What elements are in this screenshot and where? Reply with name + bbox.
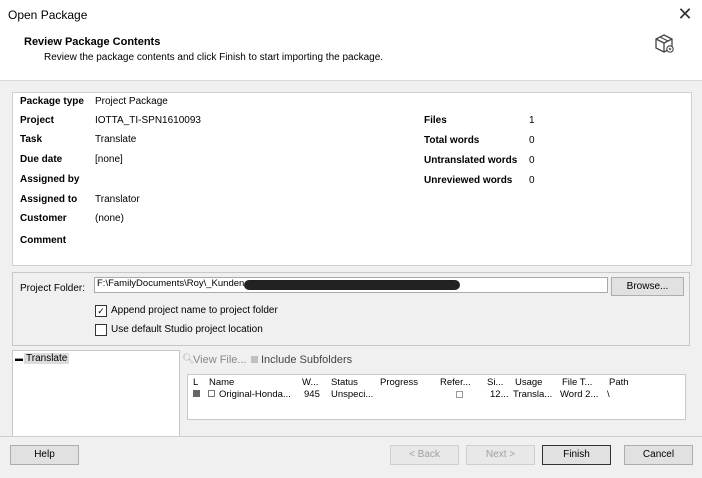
files-value: 1 (529, 115, 535, 126)
column-header[interactable]: Refer... (440, 377, 471, 388)
title-bar (0, 0, 702, 30)
file-type-cell: Word 2... (560, 389, 599, 400)
total-words-label: Total words (424, 135, 480, 146)
assigned-by-label: Assigned by (20, 174, 80, 185)
append-project-name-label: Append project name to project folder (111, 305, 278, 316)
document-icon (208, 390, 215, 397)
column-header[interactable]: Path (609, 377, 629, 388)
column-header[interactable]: Status (331, 377, 358, 388)
file-usage-cell: Transla... (513, 389, 553, 400)
project-folder-label: Project Folder: (20, 283, 86, 294)
customer-value: (none) (95, 213, 124, 224)
customer-label: Customer (20, 213, 67, 224)
use-default-location-checkbox[interactable] (95, 324, 107, 336)
column-header[interactable]: Name (209, 377, 234, 388)
due-date-value: [none] (95, 154, 123, 165)
project-value: IOTTA_TI-SPN1610093 (95, 115, 201, 126)
package-icon (655, 34, 674, 53)
column-header[interactable]: Si... (487, 377, 503, 388)
file-words-cell: 945 (304, 389, 320, 400)
task-label: Task (20, 134, 43, 145)
window-title: Open Package (8, 8, 88, 22)
column-header[interactable]: W... (302, 377, 318, 388)
unreviewed-words-value: 0 (529, 175, 535, 186)
back-button[interactable]: < Back (390, 445, 459, 465)
file-path-cell: \ (607, 389, 610, 400)
assigned-to-label: Assigned to (20, 194, 78, 205)
redaction-bar (244, 280, 460, 290)
untranslated-words-label: Untranslated words (424, 155, 518, 166)
file-status-cell: Unspeci... (331, 389, 374, 400)
file-name-cell[interactable]: Original-Honda... (219, 389, 291, 400)
help-button[interactable]: Help (10, 445, 79, 465)
finish-button[interactable]: Finish (542, 445, 611, 465)
file-status-icon (193, 390, 200, 397)
tree-item-translate[interactable]: Translate (24, 353, 70, 364)
cancel-button[interactable]: Cancel (624, 445, 693, 465)
folder-icon (251, 356, 258, 363)
unreviewed-words-label: Unreviewed words (424, 175, 513, 186)
total-words-value: 0 (529, 135, 535, 146)
include-subfolders-button[interactable]: Include Subfolders (261, 354, 352, 366)
due-date-label: Due date (20, 154, 63, 165)
column-header[interactable]: Progress (380, 377, 418, 388)
column-header[interactable]: L (193, 377, 198, 388)
view-file-button[interactable]: View File... (193, 354, 247, 366)
file-size-cell: 12... (490, 389, 509, 400)
page-title: Review Package Contents (24, 36, 161, 48)
collapse-icon[interactable]: ▬ (15, 355, 23, 363)
package-type-label: Package type (20, 96, 84, 107)
package-type-value: Project Package (95, 96, 168, 107)
next-button[interactable]: Next > (466, 445, 535, 465)
page-subtitle: Review the package contents and click Fi… (44, 52, 384, 63)
append-project-name-checkbox[interactable]: ✓ (95, 305, 107, 317)
browse-button[interactable]: Browse... (611, 277, 684, 296)
reference-checkbox[interactable] (456, 391, 463, 398)
task-value: Translate (95, 134, 137, 145)
column-header[interactable]: File T... (562, 377, 592, 388)
untranslated-words-value: 0 (529, 155, 535, 166)
close-icon[interactable]: ✕ (674, 3, 696, 25)
comment-label: Comment (20, 235, 67, 246)
column-header[interactable]: Usage (515, 377, 542, 388)
project-label: Project (20, 115, 54, 126)
assigned-to-value: Translator (95, 194, 140, 205)
files-label: Files (424, 115, 447, 126)
use-default-location-label: Use default Studio project location (111, 324, 263, 335)
